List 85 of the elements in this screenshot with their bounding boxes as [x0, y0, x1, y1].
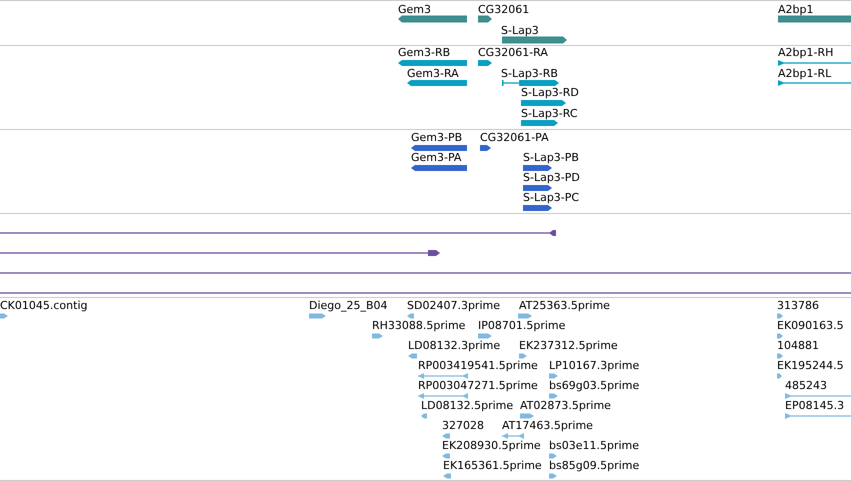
- est-glyph: [785, 392, 851, 400]
- est-glyph: [442, 432, 450, 440]
- transcript-glyph: [398, 59, 467, 67]
- est-label: bs03e11.5prime: [549, 439, 640, 452]
- est-glyph: [549, 472, 557, 480]
- transcript-label: S-Lap3-RC: [521, 107, 578, 120]
- est-glyph: [408, 352, 417, 360]
- est-label: EK195244.5: [777, 359, 844, 372]
- est-label: EK208930.5prime: [442, 439, 541, 452]
- protein-glyph: [523, 184, 552, 192]
- transcript-glyph: [407, 79, 467, 87]
- est-label: EK165361.5prime: [443, 459, 542, 472]
- gene-glyph: [398, 15, 467, 23]
- est-label: CK01045.contig: [0, 299, 88, 312]
- est-label: IP08701.5prime: [478, 319, 566, 332]
- protein-label: S-Lap3-PC: [523, 191, 580, 204]
- protein-label: CG32061-PA: [480, 131, 549, 144]
- transcript-glyph: [478, 59, 492, 67]
- transcript-label: S-Lap3-RB: [501, 67, 558, 80]
- est-glyph: [502, 432, 524, 440]
- est-glyph: [372, 332, 383, 340]
- protein-glyph: [411, 144, 467, 152]
- est-glyph: [0, 312, 8, 320]
- est-label: RP003419541.5prime: [418, 359, 538, 372]
- est-label: 327028: [442, 419, 484, 432]
- transcript-label: A2bp1-RH: [778, 46, 834, 59]
- transcript-label: A2bp1-RL: [778, 67, 832, 80]
- est-label: RH33088.5prime: [372, 319, 466, 332]
- transcript-label: Gem3-RA: [407, 67, 459, 80]
- est-glyph: [519, 352, 527, 360]
- gene-label: Gem3: [398, 3, 432, 16]
- transcript-label: S-Lap3-RD: [521, 86, 579, 99]
- est-glyph: [421, 412, 427, 420]
- gene-label: CG32061: [478, 3, 530, 16]
- est-glyph: [520, 412, 534, 420]
- est-glyph: [777, 352, 783, 360]
- est-glyph: [407, 312, 414, 320]
- est-glyph: [549, 452, 557, 460]
- est-glyph: [549, 372, 558, 380]
- est-label: 485243: [785, 379, 827, 392]
- est-label: EK237312.5prime: [519, 339, 618, 352]
- gene-label: A2bp1: [778, 3, 814, 16]
- protein-glyph: [523, 164, 552, 172]
- protein-label: S-Lap3-PB: [523, 151, 579, 164]
- est-glyph: [418, 372, 468, 380]
- protein-label: Gem3-PA: [411, 151, 462, 164]
- est-glyph: [777, 332, 783, 340]
- gene-label: S-Lap3: [501, 24, 539, 37]
- protein-label: Gem3-PB: [411, 131, 462, 144]
- est-glyph: [777, 372, 782, 380]
- protein-glyph: [480, 144, 491, 152]
- est-glyph: [549, 392, 558, 400]
- transcript-glyph: [521, 119, 558, 127]
- est-label: Diego_25_B04: [309, 299, 388, 312]
- transcript-label: CG32061-RA: [478, 46, 548, 59]
- est-glyph: [777, 312, 783, 320]
- est-label: LD08132.5prime: [421, 399, 514, 412]
- est-label: EK090163.5: [777, 319, 844, 332]
- est-label: AT17463.5prime: [502, 419, 593, 432]
- gene-glyph: [478, 15, 492, 23]
- protein-glyph: [411, 164, 467, 172]
- est-label: LD08132.3prime: [408, 339, 500, 352]
- est-glyph: [443, 472, 451, 480]
- transcript-glyph: [502, 79, 559, 87]
- est-label: RP003047271.5prime: [418, 379, 538, 392]
- est-glyph: [309, 312, 326, 320]
- transcript-label: Gem3-RB: [398, 46, 450, 59]
- est-label: SD02407.3prime: [407, 299, 500, 312]
- est-label: EP08145.3: [785, 399, 844, 412]
- protein-label: S-Lap3-PD: [523, 171, 580, 184]
- est-label: bs85g09.5prime: [549, 459, 640, 472]
- est-label: 104881: [777, 339, 819, 352]
- est-label: AT25363.5prime: [519, 299, 610, 312]
- est-glyph: [785, 412, 851, 420]
- est-glyph: [442, 452, 450, 460]
- est-glyph: [418, 392, 468, 400]
- est-glyph: [478, 332, 492, 340]
- est-label: bs69g03.5prime: [549, 379, 640, 392]
- gene-glyph: [502, 36, 567, 44]
- est-label: LP10167.3prime: [549, 359, 640, 372]
- est-glyph: [518, 312, 532, 320]
- est-label: 313786: [777, 299, 819, 312]
- protein-glyph: [523, 204, 552, 212]
- est-label: AT02873.5prime: [520, 399, 611, 412]
- transcript-glyph: [521, 99, 566, 107]
